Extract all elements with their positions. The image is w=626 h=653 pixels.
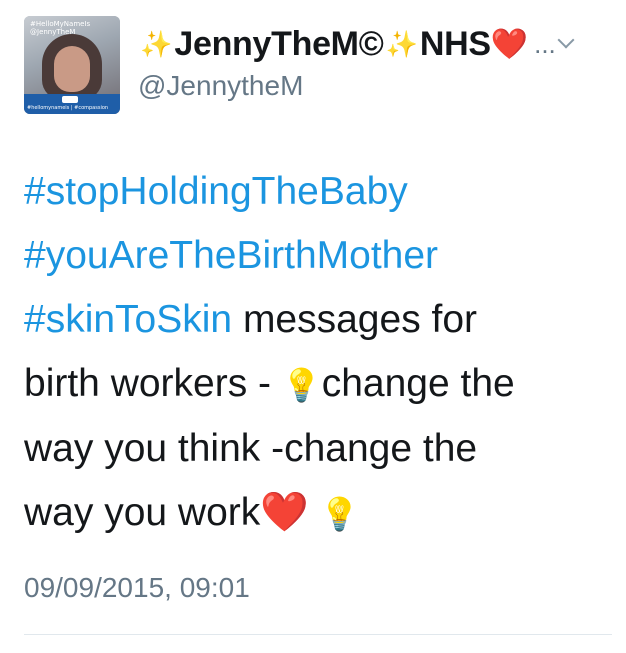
tweet-line-1: #stopHoldingTheBaby (24, 160, 614, 224)
sparkles-icon: ✨ (140, 28, 173, 59)
tweet-text-segment: change the (321, 362, 515, 405)
tweet-timestamp[interactable]: 09/09/2015, 09:01 (24, 572, 250, 604)
tweet-text-segment: birth workers - (24, 362, 282, 405)
avatar[interactable]: #HelloMyNameIs @JennyTheM #hellomynameis… (24, 16, 120, 114)
heart-icon: ❤️ (260, 491, 309, 534)
tweet-text-segment: messages for (232, 298, 478, 341)
tweet-line-6: way you work❤️ 💡 (24, 481, 614, 546)
user-handle[interactable]: @JennytheM (138, 70, 303, 102)
tweet-line-2: #youAreTheBirthMother (24, 224, 614, 288)
chevron-down-icon[interactable] (557, 31, 575, 49)
hashtag-link[interactable]: #youAreTheBirthMother (24, 234, 438, 277)
avatar-face (54, 46, 90, 92)
avatar-band-text: #hellomynameis | #compassion (27, 105, 109, 111)
tweet-line-4: birth workers - 💡change the (24, 352, 614, 417)
tweet-text-segment: way you work (24, 491, 261, 534)
nhs-logo-icon (62, 96, 78, 103)
avatar-caption-line2: @JennyTheM (30, 28, 76, 36)
more-ellipsis: ... (534, 28, 556, 59)
tweet-text-segment: way you think -change the (24, 427, 478, 470)
tweet-line-3: #skinToSkin messages for (24, 288, 614, 352)
light-bulb-icon: 💡 (319, 496, 360, 532)
tweet-text: #stopHoldingTheBaby #youAreTheBirthMothe… (24, 160, 614, 546)
sparkles-icon: ✨ (385, 28, 418, 59)
heart-icon: ❤️ (490, 27, 529, 61)
display-name-suffix[interactable]: NHS (420, 25, 491, 64)
light-bulb-icon: 💡 (281, 367, 322, 403)
avatar-caption: #HelloMyNameIs @JennyTheM (30, 20, 90, 36)
avatar-caption-line1: #HelloMyNameIs (30, 20, 91, 28)
hashtag-link[interactable]: #stopHoldingTheBaby (24, 170, 408, 213)
display-name[interactable]: JennyTheM© (174, 25, 383, 64)
tweet-line-5: way you think -change the (24, 417, 614, 481)
name-row: ✨ JennyTheM© ✨ NHS ❤️ ... (138, 22, 608, 66)
hashtag-link[interactable]: #skinToSkin (24, 298, 232, 341)
divider (24, 634, 612, 635)
